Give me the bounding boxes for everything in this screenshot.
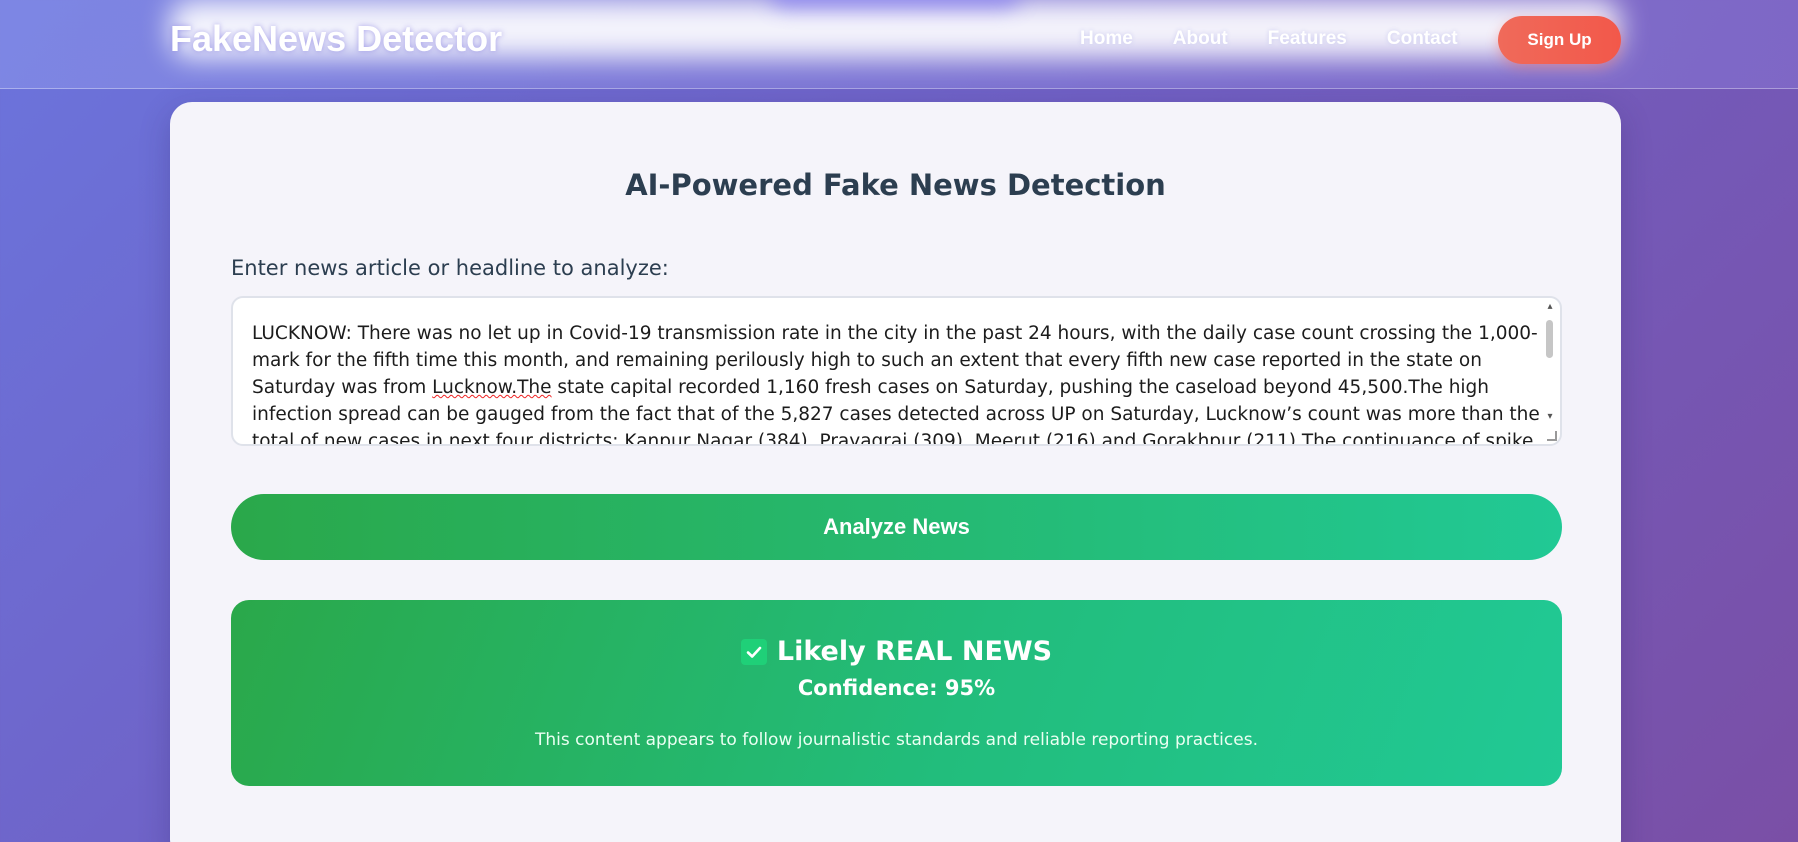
result-description: This content appears to follow journalis… [535,730,1258,750]
verdict-text: Likely REAL NEWS [776,636,1053,667]
confidence-text: Confidence: 95% [797,676,996,700]
analyze-news-button[interactable]: Analyze News [231,494,1562,560]
nav-features-link[interactable]: Features [1268,28,1347,50]
scrollbar-thumb[interactable] [1546,320,1553,358]
checkmark-icon [740,638,767,665]
page-title: AI-Powered Fake News Detection [625,168,1166,202]
result-header: Likely REAL NEWS [231,636,1562,667]
nav-about-link[interactable]: About [1173,28,1228,50]
nav-home-link[interactable]: Home [1080,28,1133,50]
article-text[interactable]: LUCKNOW: There was no let up in Covid-19… [252,320,1542,444]
top-navbar: FakeNews Detector Home About Features Co… [0,0,1798,89]
textarea-scrollbar[interactable]: ▴ ▾ [1543,302,1557,442]
scroll-down-arrow-icon[interactable]: ▾ [1545,412,1555,422]
site-logo[interactable]: FakeNews Detector [170,18,502,60]
main-nav: Home About Features Contact [1080,28,1458,50]
scroll-up-arrow-icon[interactable]: ▴ [1545,302,1555,312]
header-glow-accent [770,0,1020,8]
article-textarea[interactable]: LUCKNOW: There was no let up in Covid-19… [231,296,1562,446]
detector-card: AI-Powered Fake News Detection Enter new… [170,102,1621,842]
sign-up-button[interactable]: Sign Up [1498,16,1621,64]
spellcheck-marked-word: Lucknow.The [432,377,552,398]
result-panel: Likely REAL NEWS Confidence: 95% This co… [231,600,1562,786]
article-input-label: Enter news article or headline to analyz… [231,256,669,280]
resize-handle-icon[interactable] [1547,431,1557,441]
nav-contact-link[interactable]: Contact [1387,28,1458,50]
